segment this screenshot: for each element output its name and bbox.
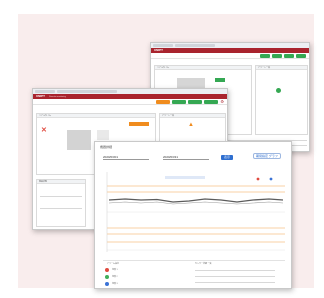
- series-band: [108, 201, 284, 205]
- legend-label: 温度 3: [112, 283, 118, 285]
- toolbar-button-4[interactable]: [296, 53, 306, 58]
- legend-item: 温度 1: [105, 268, 118, 272]
- toolbar-button-3[interactable]: [204, 99, 219, 104]
- warning-icon: ▲: [188, 122, 194, 128]
- toolbar-button-1[interactable]: [172, 99, 187, 104]
- toolbar-button-2[interactable]: [272, 53, 282, 58]
- legend-label: 温度 1: [112, 269, 118, 271]
- status-tag: [215, 78, 225, 82]
- chart-toolbar: [165, 176, 205, 179]
- toolbar-button-orange[interactable]: [156, 99, 171, 104]
- panel-title-bottom: 機器状態: [39, 181, 48, 183]
- toolbar-button-2[interactable]: [188, 99, 203, 104]
- device-state-panel: 機器状態: [36, 179, 86, 227]
- status-tag: [129, 122, 149, 126]
- legend-label: 温度 2: [112, 276, 118, 278]
- gear-icon[interactable]: ⚙: [220, 99, 224, 104]
- x-icon: ✕: [41, 127, 47, 134]
- toolbar-button-1[interactable]: [260, 53, 270, 58]
- table-header-right: センサー詳細 一覧: [195, 263, 212, 265]
- legend-item: 温度 3: [105, 282, 118, 286]
- legend-dot: [105, 282, 109, 286]
- toolbar: [151, 53, 309, 59]
- chart-grid: [106, 172, 285, 252]
- chart-window[interactable]: 機器詳細 2020/03/01 2020/03/31 表示 期間指定 グラフ ア…: [94, 141, 292, 289]
- panel-title: リアルタイム: [39, 115, 51, 117]
- brand-logo: UNIPT: [36, 94, 45, 98]
- toolbar: ⚙: [33, 99, 227, 105]
- device-image: [67, 130, 91, 150]
- panel-title-right: アラート一覧: [162, 115, 175, 117]
- legend-dot: [105, 275, 109, 279]
- brand-subtitle: Remote monitoring: [49, 95, 66, 98]
- panel-title-right: アラート一覧: [258, 67, 271, 69]
- ok-icon: [276, 88, 281, 93]
- panel-title: リアルタイム: [157, 67, 169, 69]
- legend-marker-top-1: [256, 177, 260, 181]
- legend-dot: [105, 268, 109, 272]
- series-line: [108, 198, 284, 203]
- legend-marker-top-2: [269, 177, 273, 181]
- device-detail: [97, 130, 109, 140]
- brand-logo: UNIPT: [154, 48, 163, 52]
- alert-panel: アラート一覧: [255, 65, 308, 135]
- legend-item: 温度 2: [105, 275, 118, 279]
- trend-chart: [106, 172, 285, 252]
- toolbar-button-3[interactable]: [284, 53, 294, 58]
- table-header-left: アラーム設定: [107, 263, 119, 265]
